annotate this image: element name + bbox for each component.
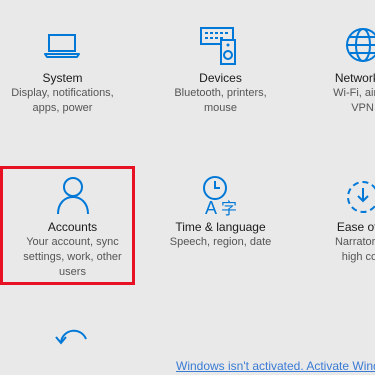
svg-text:字: 字: [221, 199, 237, 216]
time-language-icon: A 字: [202, 176, 237, 216]
svg-text:A: A: [205, 198, 217, 216]
tile-update-security[interactable]: [10, 310, 135, 375]
tile-network[interactable]: Network & Wi-Fi, airpla VPN: [300, 0, 375, 125]
tile-title: Time & language: [175, 220, 266, 234]
tile-system[interactable]: System Display, notifications, apps, pow…: [0, 0, 125, 125]
refresh-icon: [54, 329, 87, 345]
laptop-icon: [43, 34, 80, 58]
ease-of-access-icon: [346, 181, 375, 213]
tile-title: Devices: [199, 71, 242, 85]
tile-description: Bluetooth, printers, mouse: [174, 87, 267, 114]
devices-icon: [199, 27, 236, 65]
tile-description: Narrator, m high con: [334, 236, 375, 263]
tile-description: Display, notifications, apps, power: [11, 87, 114, 114]
tile-title: Ease of A: [336, 220, 375, 234]
tile-devices[interactable]: Devices Bluetooth, printers, mouse: [158, 0, 283, 125]
tile-title: Network &: [334, 71, 375, 85]
tile-ease-of-access[interactable]: Ease of A Narrator, m high con: [300, 160, 375, 280]
globe-icon: [345, 28, 375, 62]
activate-windows-link[interactable]: Windows isn't activated. Activate Windo: [176, 359, 375, 373]
selection-highlight: [0, 166, 135, 285]
tile-time-language[interactable]: A 字 Time & language Speech, region, date: [158, 160, 283, 280]
tile-description: Speech, region, date: [169, 236, 272, 248]
tile-description: Wi-Fi, airpla VPN: [333, 87, 375, 114]
tile-title: System: [42, 71, 83, 85]
